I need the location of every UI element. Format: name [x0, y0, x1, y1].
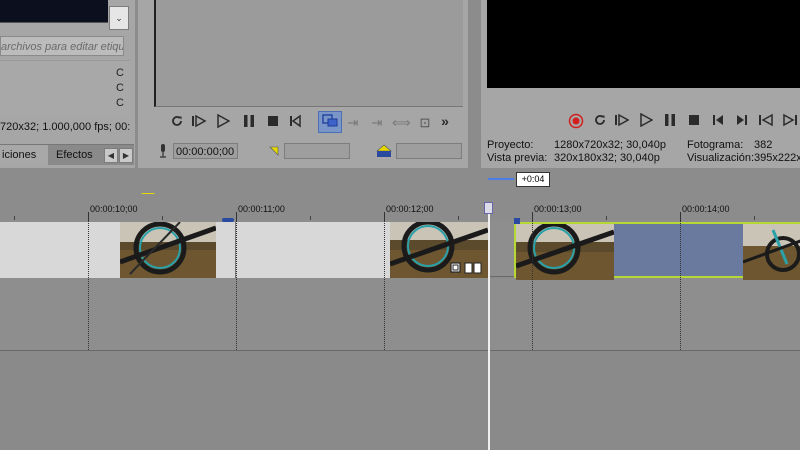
clip-thumbnail: [516, 224, 614, 280]
mark-out-field[interactable]: [396, 143, 462, 159]
ruler-label: 00:00:12;00: [386, 204, 434, 214]
frame-label: Fotograma:: [687, 139, 744, 151]
next-frame-icon[interactable]: [781, 113, 799, 131]
list-item-letter: C: [116, 67, 124, 79]
insert-icon[interactable]: ⊡: [416, 114, 434, 132]
timeline-clip-selected[interactable]: [514, 222, 800, 280]
trimmer-video-area[interactable]: [154, 0, 463, 107]
loop-icon[interactable]: [591, 113, 609, 131]
timeline-clip[interactable]: [236, 222, 488, 278]
project-value: 1280x720x32; 30,040p: [554, 139, 666, 151]
video-preview-panel: Proyecto: 1280x720x32; 30,040p Vista pre…: [481, 0, 800, 168]
preview-video-area[interactable]: [487, 0, 800, 88]
display-label: Visualización:: [687, 152, 755, 164]
grid-line: [532, 220, 533, 350]
ruler-tick: [384, 212, 385, 220]
grid-line: [680, 220, 681, 350]
tab-prev-icon[interactable]: ◀: [104, 148, 118, 163]
list-item-letter: C: [116, 97, 124, 109]
play-from-start-icon[interactable]: [613, 113, 631, 131]
fit-icon[interactable]: ⟺: [392, 114, 411, 132]
stop-icon[interactable]: [264, 114, 282, 132]
ruler-label: 00:00:13;00: [534, 204, 582, 214]
clip-edge-marker: [514, 218, 520, 224]
stop-icon[interactable]: [685, 113, 703, 131]
media-info-text: 720x32; 1.000,000 fps; 00:: [0, 121, 131, 133]
clip-edge-marker: [222, 218, 234, 222]
playhead[interactable]: [488, 208, 490, 450]
go-to-end-icon[interactable]: [733, 113, 751, 131]
scroll-down-icon[interactable]: ⌄: [109, 6, 129, 30]
ruler-label: 00:00:10;00: [90, 204, 138, 214]
ruler-tick: [88, 212, 89, 220]
clip-thumbnail: [743, 224, 800, 280]
offset-arrow: [488, 178, 514, 180]
ruler-tick: [680, 212, 681, 220]
trimmer-time-field[interactable]: 00:00:00;00: [173, 143, 238, 159]
microphone-icon: [158, 143, 168, 159]
pause-icon[interactable]: [240, 114, 258, 132]
marker-bar[interactable]: [0, 168, 800, 194]
tab-transitions[interactable]: iciones: [0, 145, 48, 165]
ruler-tick: [236, 212, 237, 220]
play-icon[interactable]: [214, 113, 232, 132]
playhead-handle[interactable]: [484, 202, 493, 214]
go-to-start-icon[interactable]: [286, 114, 304, 132]
offset-label: +0:04: [516, 172, 550, 187]
time-ruler[interactable]: 00:00:10;00 00:00:11;00 00:00:12;00 00:0…: [0, 194, 800, 221]
record-icon[interactable]: [567, 113, 585, 131]
trimmer-panel: ⇥ ⇥ ⟺ ⊡ » 00:00:00;00: [138, 0, 468, 168]
clip-fx-icon[interactable]: [464, 262, 482, 277]
previous-frame-icon[interactable]: [757, 113, 775, 131]
ruler-label: 00:00:14;00: [682, 204, 730, 214]
ruler-tick: [532, 212, 533, 220]
timeline[interactable]: +0:04 00:00:10;00 00:00:11;00 00:00:12;0…: [0, 168, 800, 450]
media-list: C C C: [0, 60, 130, 116]
grid-line: [236, 220, 237, 350]
mark-in-icon[interactable]: [269, 146, 279, 159]
grid-line: [88, 220, 89, 350]
ruler-label: 00:00:11;00: [238, 204, 285, 214]
tab-effects[interactable]: Efectos: [56, 145, 106, 165]
frame-value: 382: [754, 139, 773, 151]
mark-out-icon[interactable]: [376, 144, 392, 161]
list-item-letter: C: [116, 82, 124, 94]
media-thumbnail[interactable]: [0, 0, 108, 23]
timeline-clip[interactable]: [0, 222, 236, 278]
project-label: Proyecto:: [487, 139, 534, 151]
add-to-timeline-start-icon[interactable]: ⇥: [344, 114, 362, 132]
go-to-start-icon[interactable]: [709, 113, 727, 131]
loop-icon[interactable]: [168, 114, 186, 132]
preview-label: Vista previa:: [487, 152, 548, 164]
project-media-panel: ⌄ archivos para editar etiqu C C C 720x3…: [0, 0, 135, 168]
clip-thumbnail: [120, 222, 216, 278]
mark-in-field[interactable]: [284, 143, 350, 159]
play-from-start-icon[interactable]: [190, 114, 208, 132]
add-to-timeline-end-icon[interactable]: ⇥: [368, 114, 386, 132]
play-icon[interactable]: [637, 112, 655, 131]
preview-value: 320x180x32; 30,040p: [554, 152, 660, 164]
display-value: 395x222x: [754, 152, 800, 164]
create-subclip-icon[interactable]: [318, 111, 342, 133]
pan-crop-icon[interactable]: [450, 262, 462, 277]
more-controls-icon[interactable]: »: [436, 112, 454, 130]
media-search-input[interactable]: archivos para editar etiqu: [0, 36, 124, 56]
pause-icon[interactable]: [661, 113, 679, 131]
window-tab-bar: iciones Efectos ◀ ▶: [0, 144, 134, 165]
grid-line: [384, 220, 385, 350]
tab-next-icon[interactable]: ▶: [119, 148, 133, 163]
